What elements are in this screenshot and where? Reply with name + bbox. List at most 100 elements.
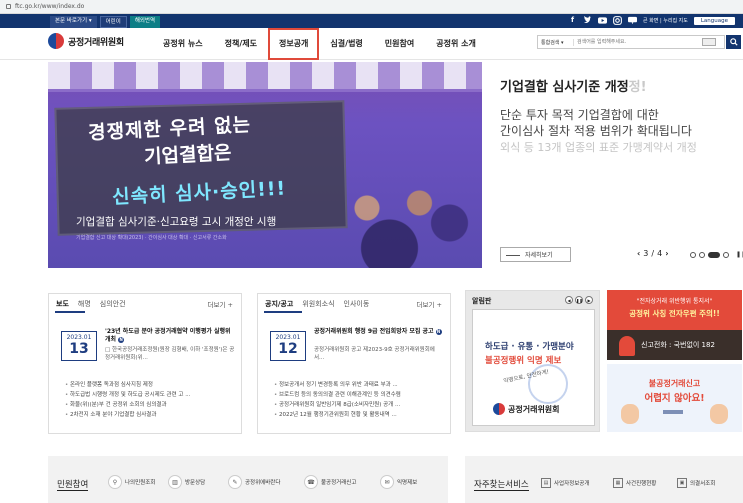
twitter-icon[interactable] bbox=[583, 16, 592, 25]
anonymous-report-banner[interactable]: 하도급 · 유통 · 가맹분야 불공정행위 익명 제보 익명으로, 안전하게! … bbox=[472, 309, 595, 426]
language-button[interactable]: Language bbox=[693, 16, 735, 25]
service-business-info[interactable]: ▤ 사업자정보공개 bbox=[541, 478, 589, 488]
banner-logo: 공정거래위원회 bbox=[493, 403, 560, 415]
address-bar[interactable]: ftc.go.kr/www/index.do bbox=[0, 0, 743, 14]
ftc-emblem-icon bbox=[493, 403, 505, 415]
list-item[interactable]: 브로드컴 등의 동의의결 관련 이해관계인 등 의견수렴 bbox=[274, 390, 446, 400]
service-decision-search[interactable]: ▣ 의결서조회 bbox=[677, 478, 715, 488]
press-more-link[interactable]: 더보기 + bbox=[208, 299, 233, 309]
clipboard-icon: ▦ bbox=[613, 478, 623, 488]
search-input[interactable] bbox=[574, 36, 702, 48]
prev-icon[interactable]: ◀ bbox=[565, 296, 573, 304]
featured-title[interactable]: '23년 하도급 분야 공정거래협약 이행평가 실행위 개최 N bbox=[105, 328, 235, 344]
list-item[interactable]: 2차전지 소재 분야 기업결합 심사결과 bbox=[65, 410, 237, 420]
kids-link[interactable]: 어린이 bbox=[99, 16, 127, 28]
list-item[interactable]: 2022년 12월 행정기관위원회 현황 및 활동내역 ... bbox=[274, 410, 446, 420]
hero-title-main: 기업결합 심사기준 개정 bbox=[500, 80, 629, 95]
list-item[interactable]: 하도급법 시행령 개정 및 하도급 공시제도 관련 고 ... bbox=[65, 390, 237, 400]
pager-current: 3 bbox=[643, 249, 649, 258]
tab-notices[interactable]: 공지/공고 bbox=[265, 299, 293, 309]
service-case-status[interactable]: ▦ 사건진행현황 bbox=[613, 478, 656, 488]
pager-total: 4 bbox=[657, 249, 663, 258]
featured-title-text: 공정거래위원회 행정 9급 전입희망자 모집 공고 bbox=[314, 328, 434, 335]
facebook-icon[interactable]: f bbox=[568, 16, 577, 25]
tab-press[interactable]: 보도 bbox=[56, 299, 69, 309]
active-tab-indicator bbox=[264, 311, 302, 313]
logo-text: 공정거래위원회 bbox=[68, 37, 124, 48]
quick-visit-consult[interactable]: ▥ 방문상담 bbox=[168, 475, 205, 489]
skip-to-content-link[interactable]: 본문 바로가기 ▾ bbox=[50, 16, 97, 28]
nav-policy[interactable]: 정책/제도 bbox=[214, 28, 268, 60]
url-text[interactable]: ftc.go.kr/www/index.do bbox=[15, 3, 84, 10]
frequent-services-bar: 자주찾는서비스 ▤ 사업자정보공개 ▦ 사건진행현황 ▣ 의결서조회 bbox=[465, 456, 743, 503]
hero-title: 기업결합 심사기준 개정정! bbox=[500, 76, 647, 95]
featured-title[interactable]: 공정거래위원회 행정 9급 전입희망자 모집 공고 N bbox=[314, 328, 444, 336]
ftc-small-logo bbox=[663, 410, 683, 414]
utility-bar: 본문 바로가기 ▾ 어린이 해외번역 f 큰 화면 | 누리집 지도 Langu… bbox=[0, 14, 743, 28]
nav-info-disclosure[interactable]: 정보공개 bbox=[267, 28, 320, 60]
blog-icon[interactable] bbox=[628, 16, 637, 25]
new-badge-icon: N bbox=[118, 336, 125, 343]
report-icon: ☎ bbox=[304, 475, 318, 489]
list-item[interactable]: 공정거래위원회 일반임기제 8급(소비자민원) 공개 ... bbox=[274, 400, 446, 410]
quick-anonymous-report[interactable]: ✉ 익명제보 bbox=[380, 475, 417, 489]
next-slide-icon[interactable]: › bbox=[665, 249, 668, 258]
document-icon: ▤ bbox=[541, 478, 551, 488]
banner-line-1: 하도급 · 유통 · 가맹분야 bbox=[485, 342, 574, 352]
quick-my-complaints[interactable]: ⚲ 나의민원조회 bbox=[108, 475, 155, 489]
youtube-icon[interactable] bbox=[598, 16, 607, 25]
banner-logo-text: 공정거래위원회 bbox=[508, 404, 560, 414]
tab-committee-news[interactable]: 위원회소식 bbox=[302, 299, 334, 309]
instagram-icon[interactable] bbox=[613, 16, 622, 25]
nav-about[interactable]: 공정위 소개 bbox=[425, 28, 487, 60]
ftc-emblem-icon bbox=[48, 33, 64, 49]
site-logo[interactable]: 공정거래위원회 bbox=[48, 33, 124, 49]
quick-suggestions[interactable]: ✎ 공정위에바란다 bbox=[228, 475, 280, 489]
file-search-icon: ▣ bbox=[677, 478, 687, 488]
next-icon[interactable]: ▶ bbox=[585, 296, 593, 304]
nav-decisions[interactable]: 심결/법령 bbox=[319, 28, 373, 60]
prev-slide-icon[interactable]: ‹ bbox=[637, 249, 640, 258]
search-scope-select[interactable]: 통합검색 ▾ bbox=[538, 38, 574, 46]
quick-unfair-report[interactable]: ☎ 불공정거래신고 bbox=[304, 475, 356, 489]
tab-agenda[interactable]: 심의안건 bbox=[100, 299, 126, 309]
utility-links[interactable]: 큰 화면 | 누리집 지도 bbox=[643, 17, 688, 24]
new-badge-icon: N bbox=[435, 328, 442, 335]
slide-dot-active[interactable] bbox=[708, 251, 720, 258]
overseas-link[interactable]: 해외번역 bbox=[129, 16, 161, 28]
pause-icon[interactable]: ❚❚ bbox=[736, 251, 743, 258]
list-item[interactable]: 온라인 플랫폼 독과점 심사지침 제정 bbox=[65, 380, 237, 390]
date-box: 2023.01 12 bbox=[270, 331, 306, 361]
hero-more-label: 자세히보기 bbox=[525, 252, 553, 259]
slide-dots: ❚❚ bbox=[690, 251, 743, 258]
hero-more-button[interactable]: 자세히보기 bbox=[500, 247, 571, 262]
hero-banner[interactable]: 경쟁제한 우려 없는 기업결합은 신속히 심사·승인!!! 기업결합 심사기준·… bbox=[48, 62, 482, 268]
unfair-trade-report-banner[interactable]: 불공정거래신고 어렵지 않아요! bbox=[607, 364, 742, 432]
slide-dot[interactable] bbox=[723, 251, 729, 258]
awning-decoration bbox=[48, 62, 482, 92]
search-button[interactable] bbox=[726, 35, 741, 49]
ad2-line-1: 불공정거래신고 bbox=[648, 379, 701, 388]
slide-dot[interactable] bbox=[699, 251, 705, 258]
date-year-month: 2023.01 bbox=[271, 332, 305, 341]
pager-sep: / bbox=[651, 249, 655, 258]
slide-dot[interactable] bbox=[690, 251, 696, 258]
keyboard-icon[interactable] bbox=[702, 38, 716, 46]
date-day: 13 bbox=[69, 341, 89, 357]
mask-icon: ✉ bbox=[380, 475, 394, 489]
nav-news[interactable]: 공정위 뉴스 bbox=[152, 28, 214, 60]
hero-caption: 기업결합 심사기준·신고요령 고시 개정안 시행 bbox=[76, 216, 277, 228]
civil-participation-bar: 민원참여 ⚲ 나의민원조회 ▥ 방문상담 ✎ 공정위에바란다 ☎ 불공정거래신고 ✉ 익명… bbox=[48, 456, 448, 503]
list-item[interactable]: 화물(위)(분)부 건 공정위 소회의 심의결과 bbox=[65, 400, 237, 410]
pause-icon[interactable]: ❚❚ bbox=[575, 296, 583, 304]
service-label: 사업자정보공개 bbox=[554, 481, 590, 487]
service-label: 의결서조회 bbox=[690, 481, 716, 487]
tab-explanation[interactable]: 해명 bbox=[78, 299, 91, 309]
nav-civil[interactable]: 민원참여 bbox=[374, 28, 425, 60]
tab-personnel[interactable]: 인사이동 bbox=[344, 299, 370, 309]
list-item[interactable]: 정보공개서 정기 변경등록 의무 위반 과태료 부과 ... bbox=[274, 380, 446, 390]
hand-illustration bbox=[710, 404, 728, 424]
siren-icon bbox=[619, 336, 635, 356]
phishing-warning-banner[interactable]: "전자상거래 위반행위 통지서" 공정위 사칭 전자우편 주의!! 신고전화 :… bbox=[607, 290, 742, 360]
notice-more-link[interactable]: 더보기 + bbox=[417, 299, 442, 309]
